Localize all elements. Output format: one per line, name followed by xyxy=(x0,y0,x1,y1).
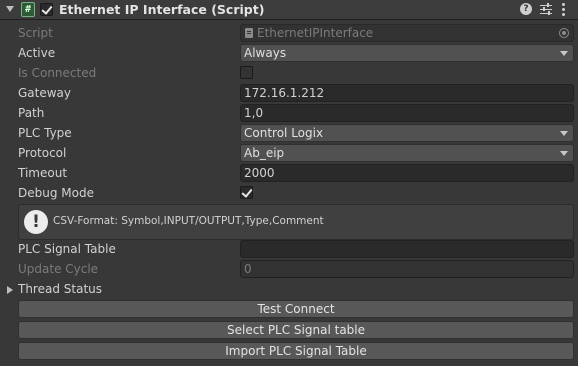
component-enabled-checkbox[interactable] xyxy=(40,3,53,16)
gateway-label: Gateway xyxy=(18,86,72,100)
test-connect-button[interactable]: Test Connect xyxy=(18,300,574,318)
active-dropdown[interactable]: Always xyxy=(240,44,574,62)
thread-status-foldout[interactable]: Thread Status xyxy=(18,280,102,298)
path-label: Path xyxy=(18,106,45,120)
plc-type-dropdown[interactable]: Control Logix xyxy=(240,124,574,142)
script-file-icon xyxy=(245,28,253,38)
helpbox-text: CSV-Format: Symbol,INPUT/OUTPUT,Type,Com… xyxy=(53,215,324,227)
update-cycle-label: Update Cycle xyxy=(18,262,99,276)
protocol-value: Ab_eip xyxy=(244,146,285,160)
active-label: Active xyxy=(18,46,56,60)
protocol-dropdown[interactable]: Ab_eip xyxy=(240,144,574,162)
chevron-down-icon xyxy=(560,151,568,156)
plc-signal-table-field[interactable] xyxy=(240,240,574,258)
debug-mode-checkbox[interactable] xyxy=(240,186,253,199)
csv-format-helpbox: ! CSV-Format: Symbol,INPUT/OUTPUT,Type,C… xyxy=(18,204,574,240)
script-object-field[interactable]: EthernetIPInterface xyxy=(240,24,574,42)
plc-type-label: PLC Type xyxy=(18,126,72,140)
plc-type-value: Control Logix xyxy=(244,126,324,140)
protocol-label: Protocol xyxy=(18,146,67,160)
script-label: Script xyxy=(18,26,53,40)
context-menu-icon[interactable] xyxy=(562,3,566,16)
update-cycle-field: 0 xyxy=(240,260,574,278)
debug-mode-label: Debug Mode xyxy=(18,186,94,200)
presets-icon[interactable] xyxy=(540,3,552,15)
active-value: Always xyxy=(244,46,287,60)
timeout-label: Timeout xyxy=(18,166,68,180)
foldout-arrow-icon[interactable] xyxy=(6,6,14,12)
select-plc-signal-table-button[interactable]: Select PLC Signal table xyxy=(18,321,574,339)
script-value: EthernetIPInterface xyxy=(257,26,374,40)
thread-status-foldout-icon[interactable] xyxy=(7,286,13,294)
timeout-field[interactable]: 2000 xyxy=(240,164,574,182)
component-title: Ethernet IP Interface (Script) xyxy=(59,2,265,17)
chevron-down-icon xyxy=(560,131,568,136)
warning-icon: ! xyxy=(24,210,48,234)
import-plc-signal-table-button[interactable]: Import PLC Signal Table xyxy=(18,342,574,360)
help-icon[interactable]: ? xyxy=(520,3,532,15)
is-connected-checkbox xyxy=(240,66,253,79)
object-picker-icon[interactable] xyxy=(559,28,569,38)
path-field[interactable]: 1,0 xyxy=(240,104,574,122)
script-icon: # xyxy=(21,2,35,17)
gateway-field[interactable]: 172.16.1.212 xyxy=(240,84,574,102)
plc-signal-table-label: PLC Signal Table xyxy=(18,242,116,256)
component-header[interactable]: # Ethernet IP Interface (Script) ? xyxy=(0,0,578,20)
chevron-down-icon xyxy=(560,51,568,56)
is-connected-label: Is Connected xyxy=(18,66,97,80)
